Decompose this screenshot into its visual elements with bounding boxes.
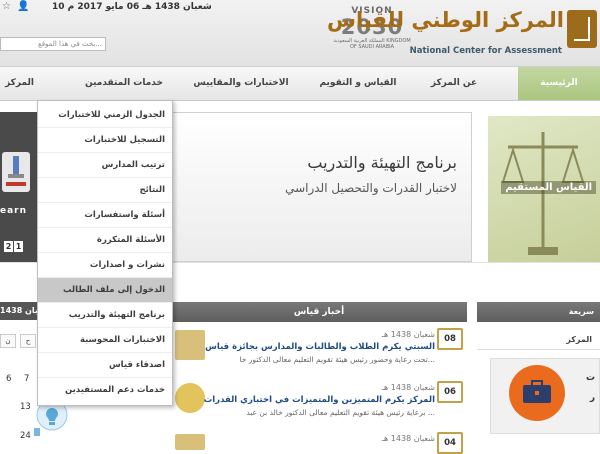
quick-links-sub[interactable]: المركز [477,330,600,350]
news-desc: برعاية رئيس هيئة تقويم التعليم معالى الد… [246,408,435,417]
main-nav: الرئيسية عن المركز القياس و التقويم الاخ… [0,67,600,101]
logo-arabic: المركز الوطني للقياس [327,8,564,32]
banner-right-text: القياس المستقيم [501,181,596,194]
card-label: ر [589,393,595,403]
nav-applicant-services[interactable]: خدمات المتقدمين [78,67,170,100]
card-label: ت [585,373,595,383]
calendar-day-label: ح [20,334,36,348]
news-title[interactable]: السبتي يكرم الطلاب والطالبات والمدارس بج… [205,342,435,352]
services-circle [509,365,565,421]
banner-left-pager: 21 [4,234,24,253]
news-date: شعبان 1438 هـ [381,383,435,392]
star-icon[interactable]: ☆ [2,1,11,12]
news-header: أخبار قياس [171,302,467,322]
banner-left-text: earn [0,206,28,216]
news-thumbnail[interactable] [175,330,205,360]
menu-item-computer-tests[interactable]: الاختبارات المحوسبة [38,328,172,353]
news-item[interactable]: 08 شعبان 1438 هـ السبتي يكرم الطلاب والط… [175,324,467,368]
quick-link-card[interactable]: ت ر [490,358,600,434]
applicant-services-dropdown: الجدول الزمني للاختبارات التسجيل للاختبا… [37,100,173,406]
banner-left-slide[interactable]: earn 21 [0,112,38,262]
pager-1[interactable]: 1 [14,241,23,252]
microscope-icon [2,152,30,192]
nav-tests[interactable]: الاختبارات والمقاييس [178,67,304,100]
nav-home[interactable]: الرئيسية [518,67,600,100]
header-date: 10 شعبان 1438 هـ 06 مايو 2017 م [52,2,212,12]
news-thumbnail[interactable] [175,383,205,413]
banner-watermark [183,208,195,248]
banner-title: برنامج التهيئة والتدريب [307,153,457,172]
logo-mark-icon [567,10,597,48]
calendar: ن ح 6 7 13 24 [0,326,38,450]
menu-item-results[interactable]: النتائج [38,178,172,203]
menu-item-test-schedule[interactable]: الجدول الزمني للاختبارات [38,103,172,128]
site-header: ☆ 👤 10 شعبان 1438 هـ 06 مايو 2017 م بحث … [0,0,600,67]
nav-about[interactable]: عن المركز [412,67,496,100]
briefcase-icon [523,380,551,403]
banner-subtitle: لاختبار القدرات والتحصيل الدراسي [285,181,457,195]
menu-item-faq[interactable]: الأسئلة المتكررة [38,228,172,253]
news-date-badge: 04 [437,432,463,454]
news-date-badge: 06 [437,381,463,403]
nav-assessment[interactable]: القياس و التقويم [310,67,406,100]
menu-item-student-file[interactable]: الدخول إلى ملف الطالب [38,278,172,303]
news-desc: تحت رعاية وحضور رئيس هيئة تقويم التعليم … [239,355,435,364]
menu-item-questions[interactable]: أسئلة واستفسارات [38,203,172,228]
menu-item-support-services[interactable]: خدمات دعم المستفيدين [38,378,172,403]
vision-subtitle: المملكة العربية السعودية KINGDOM OF SAUD… [333,38,411,50]
news-date: شعبان 1438 هـ [381,330,435,339]
menu-item-friends[interactable]: اصدقاء قياس [38,353,172,378]
menu-item-school-ranking[interactable]: ترتيب المدارس [38,153,172,178]
nav-center[interactable]: المركز [0,67,34,100]
calendar-date[interactable]: 6 [6,374,11,384]
user-icon[interactable]: 👤 [17,1,29,12]
logo-english: National Center for Assessment [409,46,562,56]
nca-logo[interactable]: المركز الوطني للقياس National Center for… [327,6,600,62]
news-date: شعبان 1438 هـ [381,434,435,443]
banner-right-slide[interactable]: القياس المستقيم [488,116,600,262]
menu-item-publications[interactable]: نشرات و اصدارات [38,253,172,278]
calendar-date[interactable]: 24 [20,431,31,441]
calendar-date[interactable]: 7 [24,374,29,384]
search-input[interactable]: بحث في هذا الموقع... [0,37,106,51]
header-iconbar: ☆ 👤 [2,1,30,12]
quick-links-header: سريعة [477,302,600,322]
news-item[interactable]: 06 شعبان 1438 هـ المركز يكرم المتميزين و… [175,377,467,421]
news-date-badge: 08 [437,328,463,350]
menu-item-training-program[interactable]: برنامج التهيئة والتدريب [38,303,172,328]
calendar-header: شعبان 1438 [0,302,38,320]
news-title[interactable]: المركز يكرم المتميزين والمتميزات في اختب… [204,395,435,405]
menu-item-test-registration[interactable]: التسجيل للاختبارات [38,128,172,153]
news-item[interactable]: 04 شعبان 1438 هـ [175,428,467,454]
pager-2[interactable]: 2 [4,241,13,252]
calendar-day-label: ن [0,334,16,348]
calendar-date[interactable]: 13 [20,402,31,412]
banner-main[interactable]: برنامج التهيئة والتدريب لاختبار القدرات … [172,112,472,262]
news-thumbnail[interactable] [175,434,205,450]
